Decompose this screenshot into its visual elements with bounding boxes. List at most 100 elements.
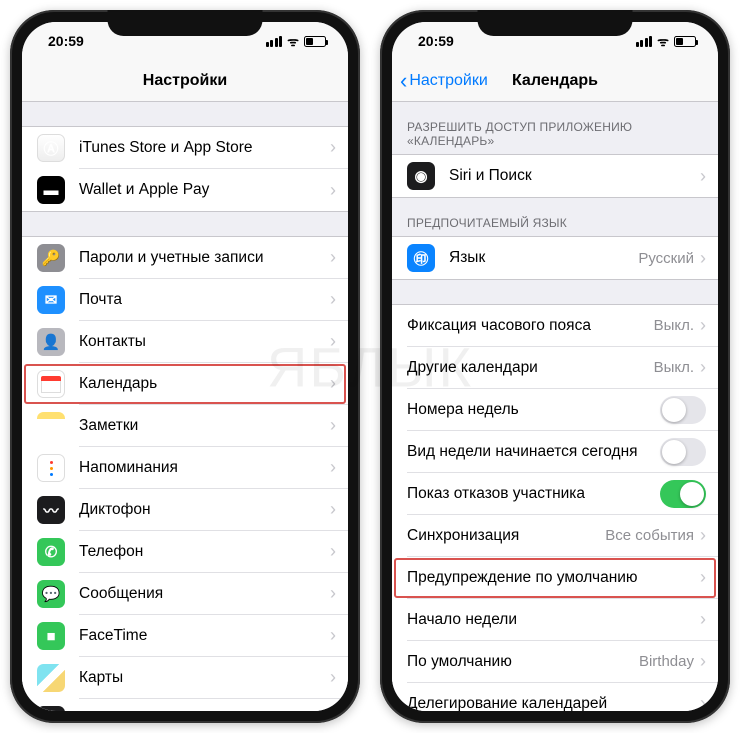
row-timezone-override[interactable]: Фиксация часового поясаВыкл.› bbox=[392, 305, 718, 347]
chevron-right-icon: › bbox=[700, 357, 706, 378]
chevron-right-icon: › bbox=[330, 457, 336, 478]
row-contacts[interactable]: 👤Контакты› bbox=[22, 321, 348, 363]
itunes-appstore-icon: Ⓐ bbox=[37, 134, 65, 162]
chevron-right-icon: › bbox=[330, 709, 336, 711]
row-label: Делегирование календарей bbox=[407, 695, 607, 712]
row-label: Телефон bbox=[79, 543, 143, 561]
row-label: Показ отказов участника bbox=[407, 485, 585, 503]
row-value: Выкл. bbox=[654, 317, 694, 334]
row-passwords-accounts[interactable]: 🔑Пароли и учетные записи› bbox=[22, 237, 348, 279]
signal-icon bbox=[266, 36, 283, 47]
show-declined-switch[interactable] bbox=[660, 480, 706, 508]
row-wallet-applepay[interactable]: ▬Wallet и Apple Pay› bbox=[22, 169, 348, 211]
calendar-settings-list[interactable]: РАЗРЕШИТЬ ДОСТУП ПРИЛОЖЕНИЮ «КАЛЕНДАРЬ» … bbox=[392, 102, 718, 711]
wifi-icon: ᯤ bbox=[287, 32, 299, 50]
row-reminders[interactable]: Напоминания › bbox=[22, 447, 348, 489]
chevron-right-icon: › bbox=[700, 693, 706, 711]
screen: 20:59 ᯤ ‹ Настройки Календарь РАЗРЕШИТЬ … bbox=[392, 22, 718, 711]
calendar-icon bbox=[37, 370, 65, 398]
notch bbox=[478, 10, 633, 36]
row-label: FaceTime bbox=[79, 627, 147, 645]
chevron-right-icon: › bbox=[700, 567, 706, 588]
row-voice-memos[interactable]: 〰Диктофон› bbox=[22, 489, 348, 531]
chevron-right-icon: › bbox=[700, 248, 706, 269]
settings-list[interactable]: ⒶiTunes Store и App Store›▬Wallet и Appl… bbox=[22, 102, 348, 711]
phone-icon: ✆ bbox=[37, 538, 65, 566]
row-label: Компас bbox=[79, 711, 132, 712]
row-label: По умолчанию bbox=[407, 653, 512, 671]
chevron-right-icon: › bbox=[330, 583, 336, 604]
navbar: Настройки bbox=[22, 60, 348, 102]
row-siri-search[interactable]: ◉Siri и Поиск› bbox=[392, 155, 718, 197]
row-label: Siri и Поиск bbox=[449, 167, 532, 185]
reminders-icon bbox=[37, 454, 65, 482]
navbar: ‹ Настройки Календарь bbox=[392, 60, 718, 102]
row-label: Wallet и Apple Pay bbox=[79, 181, 209, 199]
row-default-calendar[interactable]: По умолчаниюBirthday› bbox=[392, 641, 718, 683]
row-label: Диктофон bbox=[79, 501, 151, 519]
row-maps[interactable]: Карты› bbox=[22, 657, 348, 699]
chevron-right-icon: › bbox=[700, 525, 706, 546]
week-starts-today-switch[interactable] bbox=[660, 438, 706, 466]
section-header: ПРЕДПОЧИТАЕМЫЙ ЯЗЫК bbox=[392, 198, 718, 236]
chevron-right-icon: › bbox=[330, 247, 336, 268]
row-label: Напоминания bbox=[79, 459, 178, 477]
nav-back-label: Настройки bbox=[409, 72, 487, 90]
row-label: Фиксация часового пояса bbox=[407, 317, 591, 335]
row-default-alert[interactable]: Предупреждение по умолчанию› bbox=[392, 557, 718, 599]
row-label: Почта bbox=[79, 291, 122, 309]
status-right: ᯤ bbox=[636, 32, 696, 50]
voice-memos-icon: 〰 bbox=[37, 496, 65, 524]
passwords-accounts-icon: 🔑 bbox=[37, 244, 65, 272]
row-label: Язык bbox=[449, 249, 485, 267]
row-week-numbers[interactable]: Номера недель bbox=[392, 389, 718, 431]
battery-icon bbox=[674, 36, 696, 47]
signal-icon bbox=[636, 36, 653, 47]
wallet-applepay-icon: ▬ bbox=[37, 176, 65, 204]
row-messages[interactable]: 💬 Сообщения › bbox=[22, 573, 348, 615]
row-compass[interactable]: ✦ Компас › bbox=[22, 699, 348, 711]
row-sync[interactable]: СинхронизацияВсе события› bbox=[392, 515, 718, 557]
section-header: РАЗРЕШИТЬ ДОСТУП ПРИЛОЖЕНИЮ «КАЛЕНДАРЬ» bbox=[392, 102, 718, 154]
row-phone[interactable]: ✆ Телефон › bbox=[22, 531, 348, 573]
contacts-icon: 👤 bbox=[37, 328, 65, 356]
row-value: Все события bbox=[605, 527, 694, 544]
status-time: 20:59 bbox=[418, 33, 454, 49]
week-numbers-switch[interactable] bbox=[660, 396, 706, 424]
chevron-right-icon: › bbox=[330, 625, 336, 646]
row-alternate-calendars[interactable]: Другие календариВыкл.› bbox=[392, 347, 718, 389]
mail-icon: ✉ bbox=[37, 286, 65, 314]
nav-back-button[interactable]: ‹ Настройки bbox=[400, 70, 488, 92]
siri-search-icon: ◉ bbox=[407, 162, 435, 190]
row-calendar[interactable]: Календарь› bbox=[22, 363, 348, 405]
nav-title: Настройки bbox=[22, 72, 348, 90]
row-mail[interactable]: ✉Почта› bbox=[22, 279, 348, 321]
phone-left: 20:59 ᯤ Настройки ⒶiTunes Store и App St… bbox=[10, 10, 360, 723]
row-calendar-delegation[interactable]: Делегирование календарей › bbox=[392, 683, 718, 711]
row-label: Заметки bbox=[79, 417, 138, 435]
screen: 20:59 ᯤ Настройки ⒶiTunes Store и App St… bbox=[22, 22, 348, 711]
chevron-right-icon: › bbox=[330, 667, 336, 688]
row-language[interactable]: ㊞ЯзыкРусский› bbox=[392, 237, 718, 279]
messages-icon: 💬 bbox=[37, 580, 65, 608]
notch bbox=[108, 10, 263, 36]
chevron-right-icon: › bbox=[330, 541, 336, 562]
row-label: Контакты bbox=[79, 333, 146, 351]
row-label: Сообщения bbox=[79, 585, 163, 603]
row-notes[interactable]: Заметки› bbox=[22, 405, 348, 447]
row-facetime[interactable]: ■FaceTime› bbox=[22, 615, 348, 657]
row-show-declined[interactable]: Показ отказов участника bbox=[392, 473, 718, 515]
row-itunes-appstore[interactable]: ⒶiTunes Store и App Store› bbox=[22, 127, 348, 169]
row-value: Выкл. bbox=[654, 359, 694, 376]
compass-icon: ✦ bbox=[37, 706, 65, 711]
battery-icon bbox=[304, 36, 326, 47]
row-label: Номера недель bbox=[407, 401, 519, 419]
row-week-starts-today[interactable]: Вид недели начинается сегодня bbox=[392, 431, 718, 473]
maps-icon bbox=[37, 664, 65, 692]
row-value: Birthday bbox=[639, 653, 694, 670]
status-time: 20:59 bbox=[48, 33, 84, 49]
chevron-right-icon: › bbox=[700, 609, 706, 630]
row-label: iTunes Store и App Store bbox=[79, 139, 253, 157]
row-start-week-on[interactable]: Начало недели› bbox=[392, 599, 718, 641]
row-label: Календарь bbox=[79, 375, 157, 393]
